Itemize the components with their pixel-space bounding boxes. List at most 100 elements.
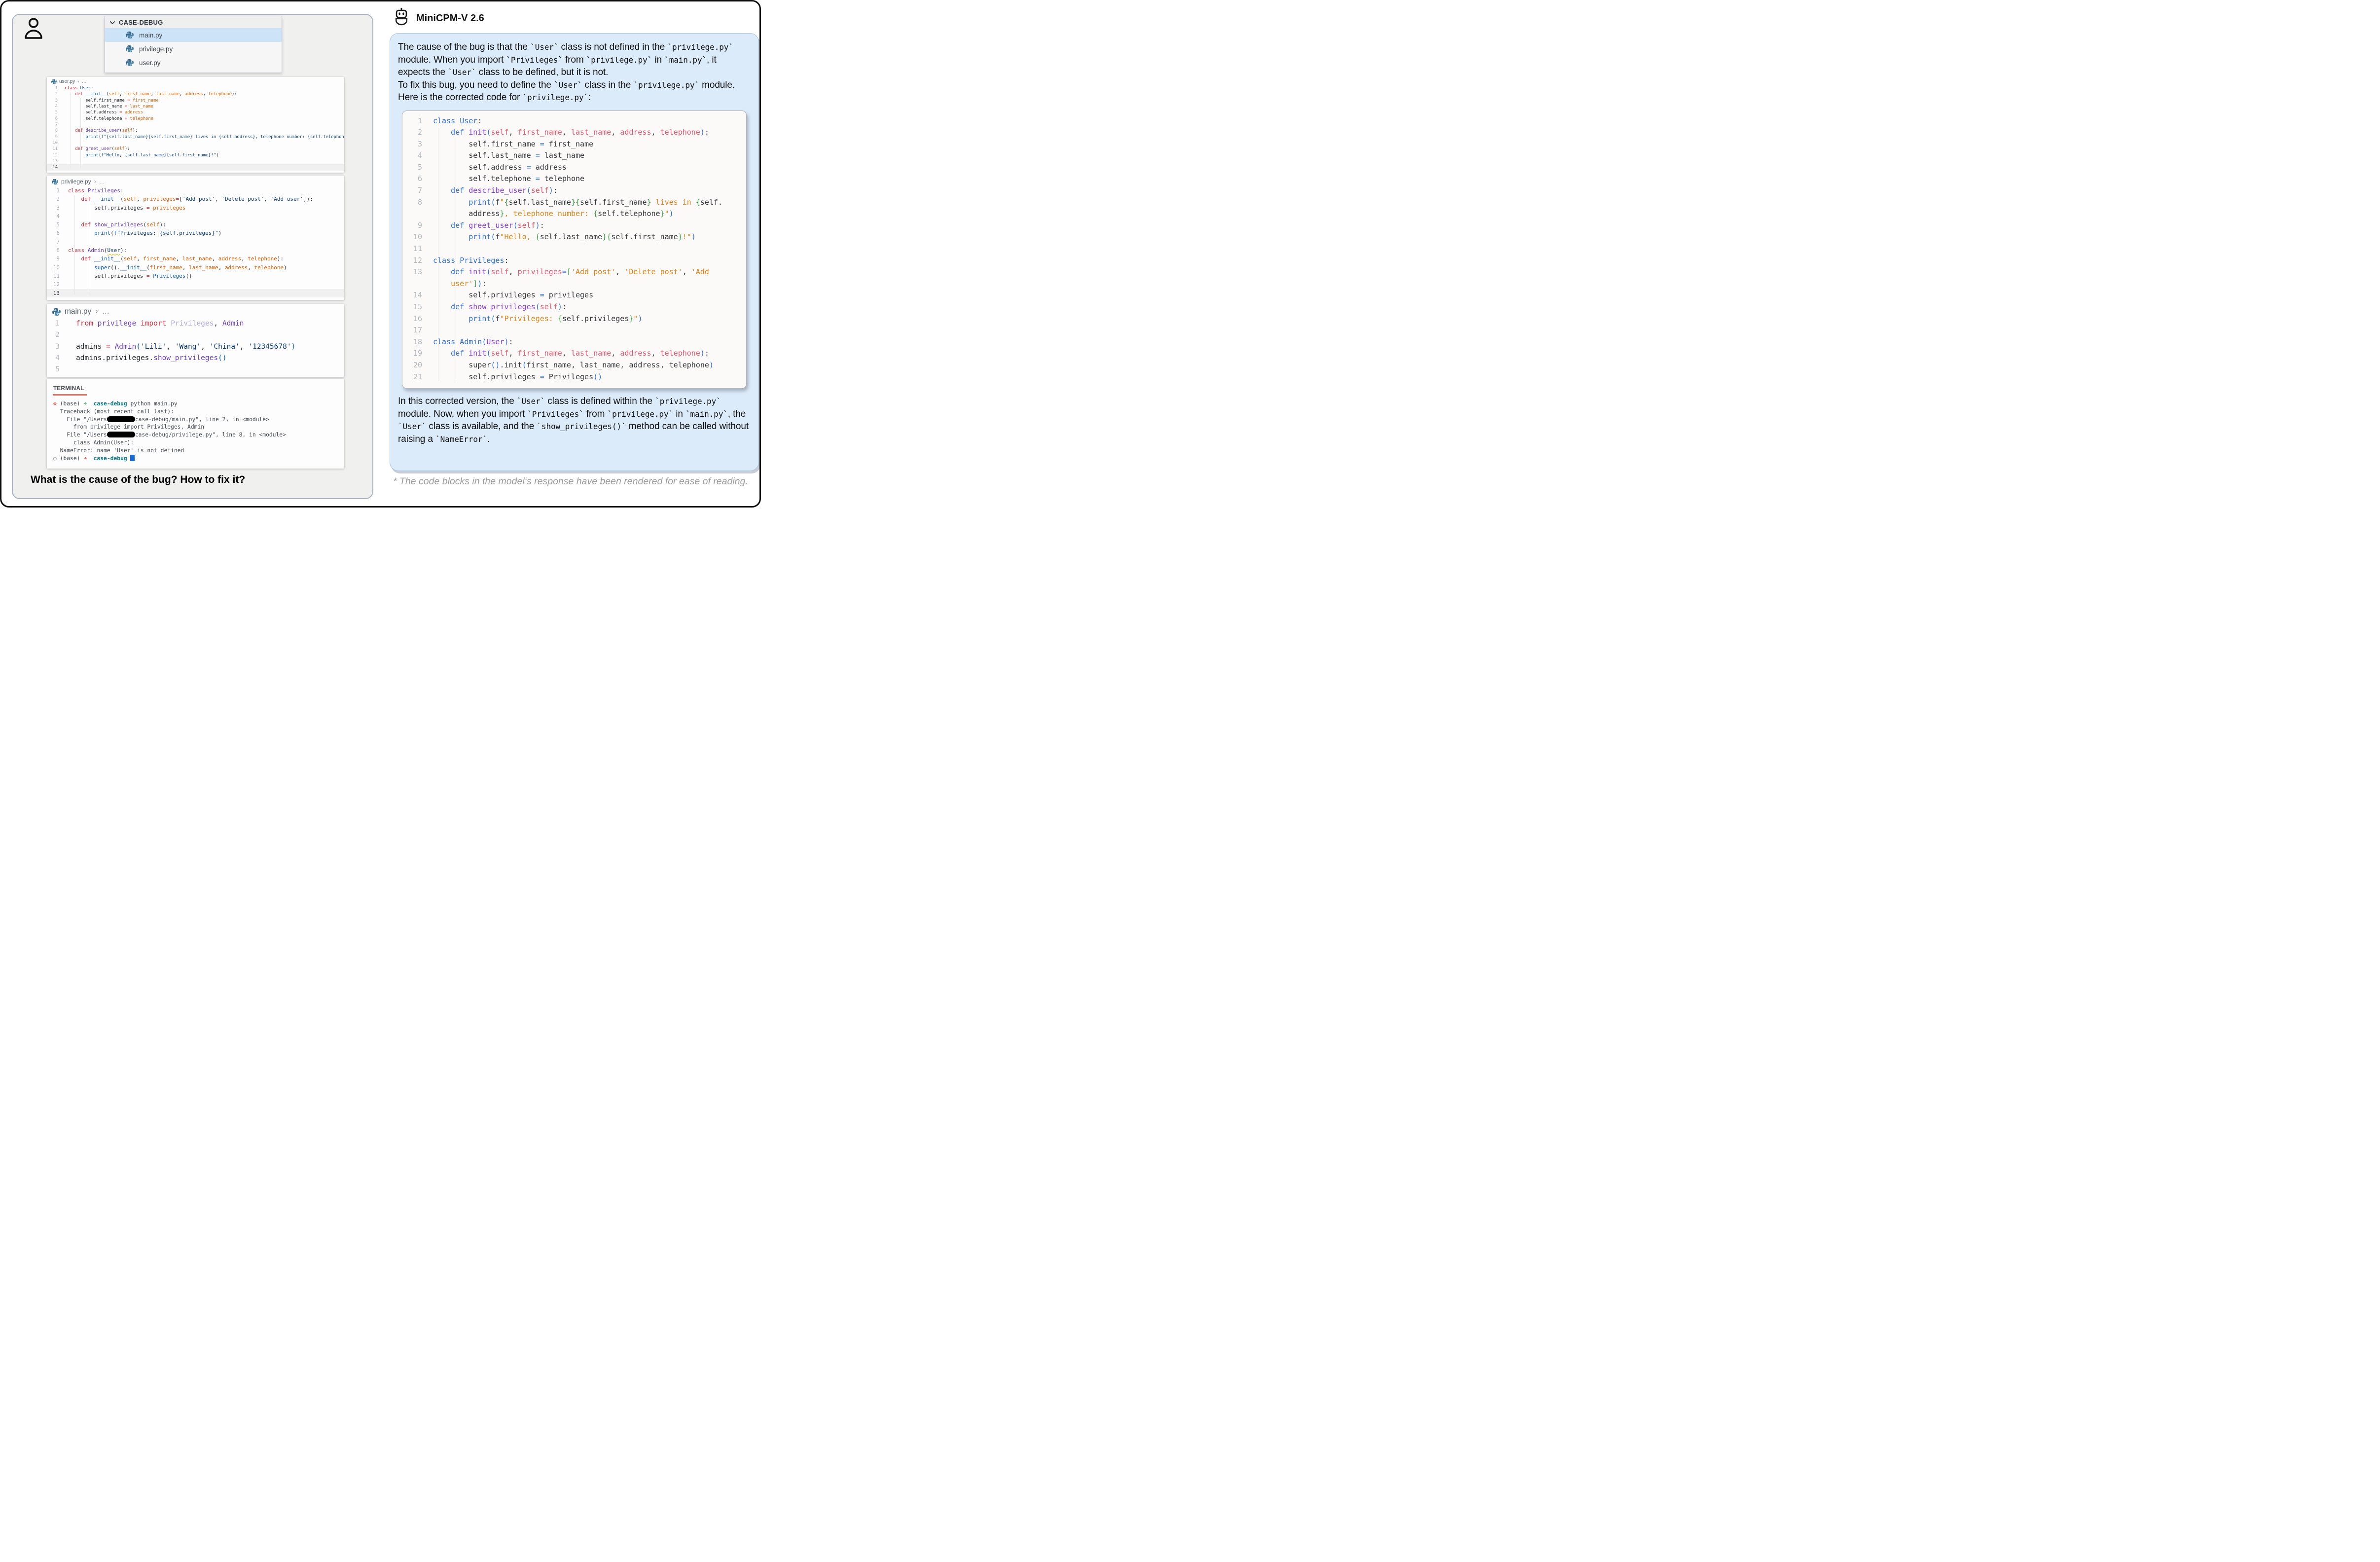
- code-line: 6 self.telephone = telephone: [47, 116, 344, 122]
- inline-code: `main.py`: [664, 55, 707, 65]
- code-area[interactable]: 1class Privileges:2 def __init__(self, p…: [47, 186, 344, 297]
- line-number: 4: [47, 353, 60, 364]
- terminal-line: ⊗ (base) ➜ case-debug python main.py: [53, 400, 344, 408]
- line-number: 14: [47, 164, 58, 170]
- code-line: 7: [47, 122, 344, 128]
- line-number: 15: [404, 301, 422, 313]
- explorer-header[interactable]: CASE-DEBUG: [105, 16, 282, 28]
- paragraph-text: in: [673, 409, 685, 419]
- line-number: 6: [404, 173, 422, 185]
- code-line: 6 print(f"Privileges: {self.privileges}"…: [47, 229, 344, 237]
- paragraph-text: in: [652, 55, 664, 65]
- paragraph-text: class to be defined, but it is not.: [476, 67, 608, 77]
- line-number: 2: [47, 329, 60, 341]
- line-number: 13: [47, 158, 58, 164]
- line-number: 17: [404, 325, 422, 336]
- inline-code: `User`: [530, 42, 558, 52]
- code-line: 1class User:: [404, 115, 743, 127]
- line-number: 8: [47, 128, 58, 134]
- terminal-line: NameError: name 'User' is not defined: [53, 447, 344, 455]
- breadcrumb-ellipsis: …: [82, 79, 87, 84]
- editor-main-py: main.py › … 1from privilege import Privi…: [47, 304, 344, 377]
- model-name: MiniCPM-V 2.6: [416, 13, 484, 24]
- terminal-tab-label[interactable]: TERMINAL: [53, 386, 87, 396]
- line-number: 10: [404, 231, 422, 243]
- line-number: 2: [47, 195, 60, 203]
- terminal-cursor[interactable]: [130, 455, 135, 461]
- line-number: [404, 208, 422, 220]
- line-number: 4: [47, 212, 60, 220]
- inline-code: `privilege.py`: [655, 397, 721, 406]
- line-number: 5: [404, 162, 422, 174]
- line-number: 9: [47, 254, 60, 263]
- file-name: privilege.py: [139, 45, 173, 53]
- inline-code: `NameError`: [435, 435, 487, 444]
- line-number: 9: [47, 134, 58, 140]
- robot-icon: [392, 7, 411, 29]
- code-line: 1class User:: [47, 85, 344, 91]
- breadcrumb-file: privilege.py: [61, 178, 91, 185]
- code-line: 5: [47, 364, 344, 375]
- terminal-line: File "/Userscase-debug/main.py", line 2,…: [53, 416, 344, 424]
- code-line: 2 def __init__(self, privileges=['Add po…: [47, 195, 344, 203]
- code-line: 5 self.address = address: [47, 109, 344, 115]
- response-paragraph: To fix this bug, you need to define the …: [398, 79, 750, 104]
- code-line: 1from privilege import Privileges, Admin: [47, 318, 344, 329]
- terminal-panel: TERMINAL ⊗ (base) ➜ case-debug python ma…: [47, 379, 344, 469]
- file-row-main-py[interactable]: main.py: [105, 28, 282, 42]
- paragraph-text: class is available, and the: [426, 421, 537, 432]
- terminal-line: File "/Userscase-debug/privilege.py", li…: [53, 431, 344, 439]
- code-line: 3admins = Admin('Lili', 'Wang', 'China',…: [47, 341, 344, 353]
- line-number: 12: [404, 255, 422, 267]
- code-line: 13: [47, 289, 344, 297]
- line-number: [404, 278, 422, 290]
- line-number: 7: [404, 185, 422, 197]
- file-name: user.py: [139, 59, 161, 67]
- line-number: 4: [404, 150, 422, 162]
- paragraph-text: , the: [728, 409, 746, 419]
- redaction-box: [107, 432, 135, 437]
- chevron-down-icon: [109, 19, 115, 26]
- model-header: MiniCPM-V 2.6: [392, 7, 484, 29]
- inline-code: `main.py`: [685, 409, 728, 419]
- redaction-box: [107, 416, 135, 422]
- line-number: 3: [47, 204, 60, 212]
- breadcrumb[interactable]: user.py › …: [47, 77, 344, 85]
- terminal-output[interactable]: ⊗ (base) ➜ case-debug python main.py Tra…: [53, 400, 344, 462]
- closing-paragraph: In this corrected version, the `User` cl…: [398, 395, 750, 445]
- inline-code: `privilege.py`: [586, 55, 652, 65]
- line-number: 14: [404, 290, 422, 301]
- line-number: 9: [404, 220, 422, 232]
- breadcrumb-file: main.py: [65, 307, 91, 316]
- python-file-icon: [52, 179, 58, 185]
- line-number: 7: [47, 238, 60, 246]
- paragraph-text: .: [487, 434, 490, 444]
- breadcrumb[interactable]: main.py › …: [47, 304, 344, 318]
- code-line: 13: [47, 158, 344, 164]
- python-file-icon: [52, 308, 61, 316]
- inline-code: `privilege.py`: [522, 93, 588, 102]
- file-row-privilege-py[interactable]: privilege.py: [105, 42, 282, 56]
- code-line: 11 def greet_user(self):: [47, 146, 344, 152]
- inline-code: `User`: [517, 397, 545, 406]
- code-area[interactable]: 1from privilege import Privileges, Admin…: [47, 318, 344, 375]
- breadcrumb[interactable]: privilege.py › …: [47, 176, 344, 186]
- python-file-icon: [52, 179, 58, 185]
- file-row-user-py[interactable]: user.py: [105, 56, 282, 70]
- code-line: 2: [47, 329, 344, 341]
- line-number: 2: [404, 127, 422, 139]
- code-area[interactable]: 1class User:2 def __init__(self, first_n…: [47, 85, 344, 171]
- line-number: 4: [47, 104, 58, 109]
- line-number: 1: [47, 85, 58, 91]
- user-avatar-icon: [24, 17, 43, 43]
- line-number: 1: [47, 186, 60, 195]
- terminal-line: ○ (base) ➜ case-debug: [53, 455, 344, 463]
- code-line: 7: [47, 238, 344, 246]
- folder-name: CASE-DEBUG: [119, 19, 163, 26]
- figure-root: CASE-DEBUG main.py privilege.py user.py …: [0, 0, 761, 508]
- inline-code: `User`: [448, 68, 476, 77]
- line-number: 3: [47, 98, 58, 104]
- paragraph-text: :: [588, 92, 591, 103]
- code-line: 9 print(f"{self.last_name}{self.first_na…: [47, 134, 344, 140]
- code-line: 14: [47, 164, 344, 170]
